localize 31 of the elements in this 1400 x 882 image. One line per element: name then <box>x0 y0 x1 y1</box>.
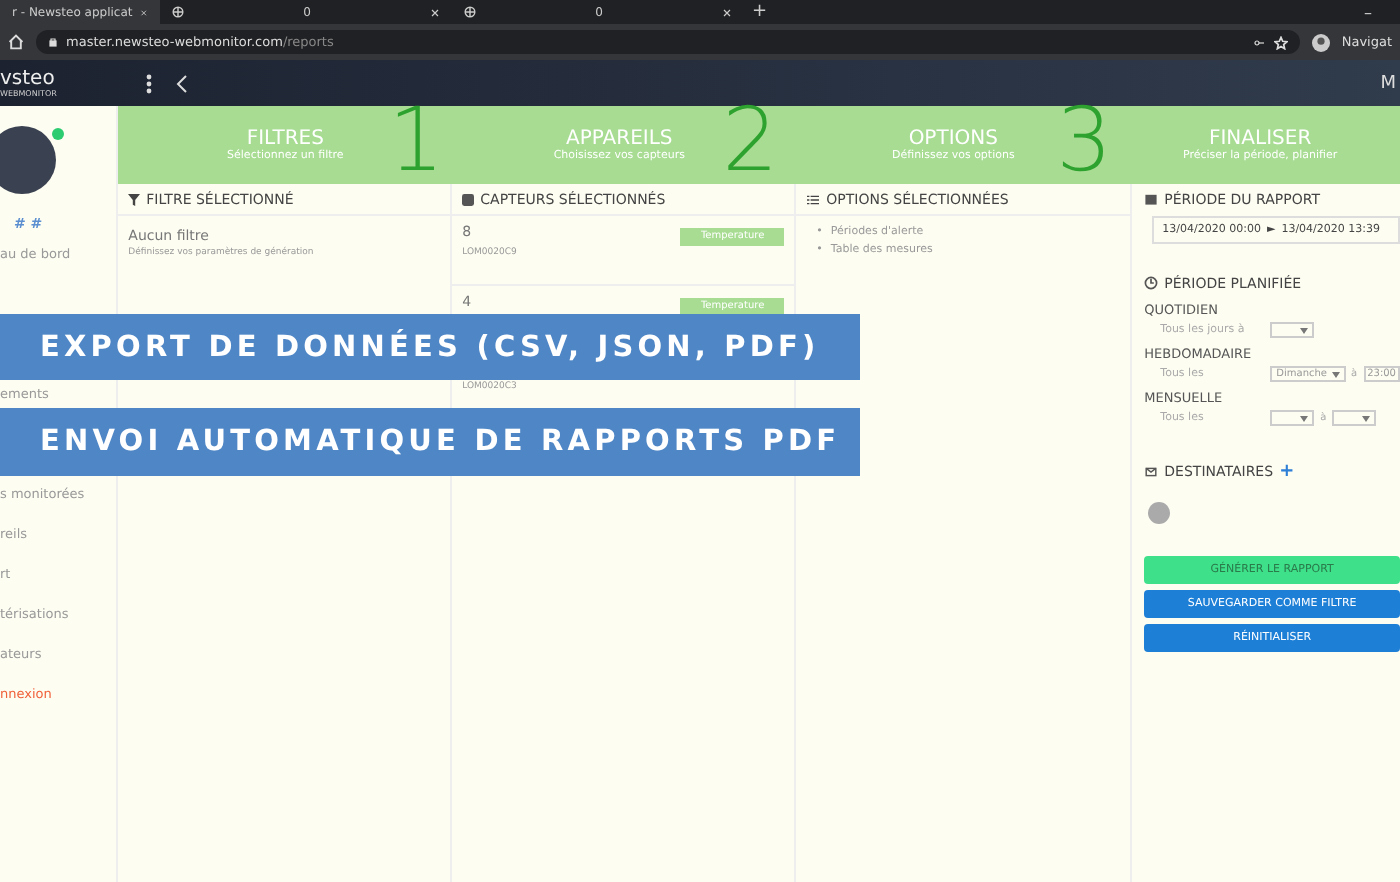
globe-icon <box>464 6 476 18</box>
close-icon <box>721 7 732 17</box>
promo-banner: ENVOI AUTOMATIQUE DE RAPPORTS PDF <box>0 408 860 476</box>
list-icon <box>806 193 821 205</box>
caret-icon <box>1331 371 1339 377</box>
star-icon <box>1273 35 1288 49</box>
caret-icon <box>1300 327 1309 333</box>
profile-avatar-icon <box>1311 33 1330 51</box>
minimize-button[interactable]: – <box>1364 3 1372 21</box>
envelope-icon <box>1144 466 1159 478</box>
schedule-select[interactable] <box>1270 322 1315 338</box>
promo-banner: EXPORT DE DONNÉES (CSV, JSON, PDF) <box>0 314 860 380</box>
close-icon <box>429 7 440 17</box>
recipient-avatar-icon <box>1148 502 1171 524</box>
globe-icon <box>172 6 184 18</box>
user-menu[interactable]: M <box>1380 73 1396 93</box>
home-icon <box>8 34 24 50</box>
menu-icon[interactable] <box>146 73 152 93</box>
schedule-select[interactable] <box>1270 410 1315 426</box>
filter-icon <box>128 193 141 205</box>
clock-icon <box>1144 276 1159 290</box>
schedule-select[interactable] <box>1332 410 1377 426</box>
new-tab-button[interactable]: + <box>752 2 768 22</box>
add-recipient-button[interactable]: + <box>1279 462 1295 482</box>
logo-text: vsteo <box>0 69 57 89</box>
caret-icon <box>1362 415 1371 421</box>
lock-icon <box>48 36 58 48</box>
back-icon[interactable] <box>176 73 188 93</box>
key-icon <box>1251 37 1266 47</box>
caret-icon <box>1300 415 1309 421</box>
avatar-placeholder <box>0 126 56 194</box>
